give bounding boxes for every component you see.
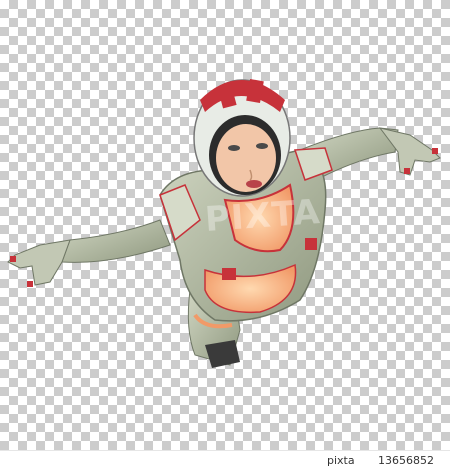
stock-footer: pixta 13656852	[0, 450, 450, 470]
left-arm	[7, 219, 171, 287]
watermark-text: PIXTA	[203, 192, 322, 240]
pixta-logo: pixta	[327, 454, 355, 467]
helmet	[193, 78, 291, 197]
image-id: 13656852	[378, 454, 434, 467]
